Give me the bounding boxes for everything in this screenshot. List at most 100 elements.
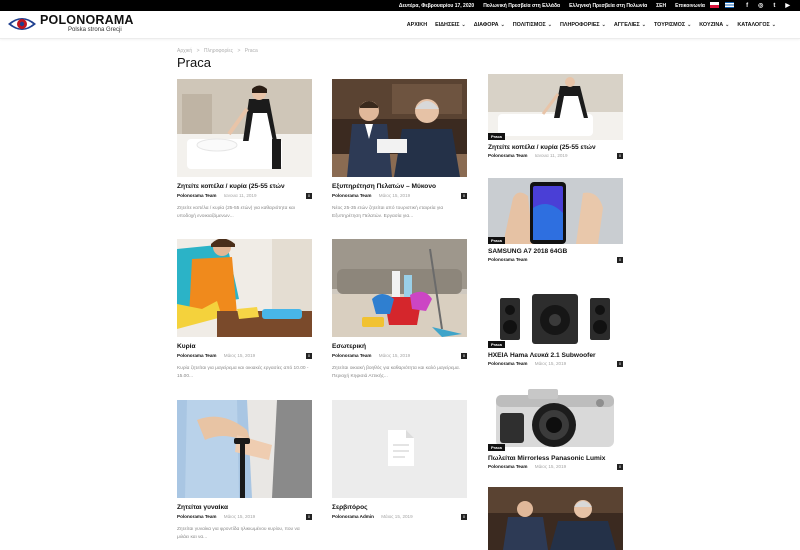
sidebar-post-meta: Polonorama Team Ιανουα 11, 2019 0 bbox=[488, 153, 623, 161]
category-badge[interactable]: Praca bbox=[488, 237, 505, 244]
post-card: Σερβιτόρος Polonorama Admin Μάιος 15, 20… bbox=[332, 400, 467, 522]
main-nav: ΑΡΧΙΚΗ ΕΙΔΗΣΕΙΣ ⌄ ΔΙΑΦΟΡΑ ⌄ ΠΟΛΙΤΙΣΜΟΣ ⌄ ΠΛ… bbox=[407, 11, 776, 39]
top-links: Δευτέρα, Φεβρουαρίου 17, 2020 Πολωνική Π… bbox=[399, 0, 705, 11]
instagram-icon[interactable]: ◎ bbox=[758, 2, 763, 9]
breadcrumb-home[interactable]: Αρχική bbox=[177, 48, 192, 54]
post-author[interactable]: Polonorama Team bbox=[177, 193, 216, 198]
sidebar-post bbox=[488, 487, 623, 550]
youtube-icon[interactable]: ▶ bbox=[785, 2, 790, 9]
link-contact[interactable]: Επικοινωνία bbox=[675, 3, 705, 9]
nav-news[interactable]: ΕΙΔΗΣΕΙΣ ⌄ bbox=[435, 22, 466, 28]
comment-count-badge[interactable]: 0 bbox=[461, 514, 467, 520]
post-title[interactable]: Σερβιτόρος bbox=[332, 504, 467, 511]
comment-count-badge[interactable]: 0 bbox=[306, 514, 312, 520]
comment-count-badge[interactable]: 0 bbox=[306, 353, 312, 359]
comment-count-badge[interactable]: 0 bbox=[617, 257, 623, 263]
date-text: Δευτέρα, Φεβρουαρίου 17, 2020 bbox=[398, 2, 475, 9]
post-date: Μάιος 15, 2019 bbox=[534, 464, 567, 469]
comment-count-badge[interactable]: 0 bbox=[461, 193, 467, 199]
post-date: Μάιος 15, 2019 bbox=[378, 353, 411, 358]
category-badge[interactable]: Praca bbox=[488, 341, 505, 348]
post-excerpt: Ζητείται οικιακή βοηθός για καθαριότητα … bbox=[332, 366, 460, 379]
post-title[interactable]: Εσωτερική bbox=[332, 343, 467, 350]
post-author[interactable]: Polonorama Team bbox=[488, 361, 527, 366]
sidebar-post-title[interactable]: ΗΧΕΙΑ Hama Λευκά 2.1 Subwoofer bbox=[488, 352, 623, 359]
post-author[interactable]: Polonorama Team bbox=[177, 514, 216, 519]
chevron-down-icon: ⌄ bbox=[601, 22, 606, 28]
breadcrumb: Αρχική > Πληροφορίες > Praca bbox=[177, 48, 261, 54]
post-author[interactable]: Polonorama Team bbox=[488, 257, 527, 262]
link-polish-embassy[interactable]: Πολωνική Πρεσβεία στη Ελλάδα bbox=[483, 3, 560, 9]
post-meta: Polonorama Team Μάιος 15, 2019 0 bbox=[332, 193, 467, 201]
site-logo[interactable]: POLONORAMA Polska strona Grecji bbox=[7, 14, 134, 34]
nav-ads[interactable]: ΑΓΓΕΛΙΕΣ ⌄ bbox=[614, 22, 646, 28]
post-thumbnail[interactable] bbox=[332, 400, 467, 498]
breadcrumb-sep: > bbox=[196, 48, 200, 54]
chevron-down-icon: ⌄ bbox=[461, 22, 466, 28]
link-greek-embassy[interactable]: Ελληνική Πρεσβεία στη Πολωνία bbox=[569, 3, 647, 9]
post-author[interactable]: Polonorama Team bbox=[332, 353, 371, 358]
post-title[interactable]: Κυρία bbox=[177, 343, 312, 350]
nav-culture[interactable]: ΠΟΛΙΤΙΣΜΟΣ ⌄ bbox=[513, 22, 552, 28]
comment-count-badge[interactable]: 0 bbox=[617, 361, 623, 367]
post-thumbnail[interactable] bbox=[177, 239, 312, 337]
nav-catalog[interactable]: ΚΑΤΑΛΟΓΟΣ ⌄ bbox=[737, 22, 776, 28]
site-header: POLONORAMA Polska strona Grecji ΑΡΧΙΚΗ Ε… bbox=[0, 11, 800, 39]
comment-count-badge[interactable]: 0 bbox=[617, 464, 623, 470]
post-card: Εσωτερική Polonorama Team Μάιος 15, 2019… bbox=[332, 239, 467, 381]
polish-flag-icon[interactable] bbox=[710, 2, 719, 8]
comment-count-badge[interactable]: 0 bbox=[617, 153, 623, 159]
sidebar-post-title[interactable]: Ζητείτε κοπέλα / κυρία (25-55 ετών bbox=[488, 144, 623, 151]
document-placeholder-icon bbox=[388, 430, 414, 466]
post-thumbnail[interactable] bbox=[177, 400, 312, 498]
breadcrumb-info[interactable]: Πληροφορίες bbox=[204, 48, 233, 54]
nav-home[interactable]: ΑΡΧΙΚΗ bbox=[407, 22, 427, 28]
post-meta: Polonorama Team Μάιος 15, 2019 0 bbox=[177, 353, 312, 361]
greek-flag-icon[interactable] bbox=[725, 2, 734, 8]
post-title[interactable]: Ζητείτε κοπέλα / κυρία (25-55 ετών bbox=[177, 183, 312, 190]
nav-cuisine[interactable]: ΚΟΥΖΙΝΑ ⌄ bbox=[699, 22, 729, 28]
sidebar-thumbnail[interactable]: Praca bbox=[488, 282, 623, 348]
nav-tourism[interactable]: ΤΟΥΡΙΣΜΟΣ ⌄ bbox=[654, 22, 691, 28]
post-thumbnail[interactable] bbox=[177, 79, 312, 177]
post-thumbnail[interactable] bbox=[332, 79, 467, 177]
post-title[interactable]: Εξυπηρέτηση Πελατών – Μύκονο bbox=[332, 183, 467, 190]
post-author[interactable]: Polonorama Admin bbox=[332, 514, 374, 519]
sidebar-post: Praca Πωλείται Mirrorless Panasonic Lumi… bbox=[488, 385, 623, 472]
nav-misc[interactable]: ΔΙΑΦΟΡΑ ⌄ bbox=[474, 22, 505, 28]
post-title[interactable]: Ζητείται γυναίκα bbox=[177, 504, 312, 511]
chevron-down-icon: ⌄ bbox=[725, 22, 730, 28]
post-author[interactable]: Polonorama Team bbox=[332, 193, 371, 198]
sidebar-thumbnail[interactable]: Praca bbox=[488, 385, 623, 451]
post-excerpt: Νέος 25-35 ετών ζητείται από τουριστική … bbox=[332, 206, 444, 219]
post-date: Μάιος 15, 2019 bbox=[378, 193, 411, 198]
post-card: Ζητείτε κοπέλα / κυρία (25-55 ετών Polon… bbox=[177, 79, 312, 221]
category-badge[interactable]: Praca bbox=[488, 133, 505, 140]
social-links: f ◎ t ▶ bbox=[746, 0, 790, 11]
sidebar-thumbnail[interactable] bbox=[488, 487, 623, 550]
post-author[interactable]: Polonorama Team bbox=[488, 464, 527, 469]
sidebar-post: Praca ΗΧΕΙΑ Hama Λευκά 2.1 Subwoofer Pol… bbox=[488, 282, 623, 369]
link-seh[interactable]: ΣΕΗ bbox=[656, 3, 666, 9]
sidebar-post-title[interactable]: Πωλείται Mirrorless Panasonic Lumix bbox=[488, 455, 623, 462]
post-excerpt: Ζητείται γυναίκα για φροντίδα ηλικιωμένο… bbox=[177, 527, 300, 540]
comment-count-badge[interactable]: 0 bbox=[306, 193, 312, 199]
category-badge[interactable]: Praca bbox=[488, 444, 505, 451]
sidebar-post-title[interactable]: SAMSUNG A7 2018 64GB bbox=[488, 248, 623, 255]
post-meta: Polonorama Admin Μάιος 15, 2019 0 bbox=[332, 514, 467, 522]
chevron-down-icon: ⌄ bbox=[641, 22, 646, 28]
post-excerpt: Ζητείτε κοπέλα / κυρία (25-55 ετών) για … bbox=[177, 206, 295, 219]
breadcrumb-current: Praca bbox=[244, 48, 258, 54]
sidebar-thumbnail[interactable]: Praca bbox=[488, 74, 623, 140]
post-excerpt: Κυρία ζητείται για μαγείρεμα και οικιακέ… bbox=[177, 366, 309, 379]
post-thumbnail[interactable] bbox=[332, 239, 467, 337]
post-date: Ιανουα 11, 2019 bbox=[223, 193, 257, 198]
comment-count-badge[interactable]: 0 bbox=[461, 353, 467, 359]
facebook-icon[interactable]: f bbox=[746, 3, 748, 9]
sidebar-thumbnail[interactable]: Praca bbox=[488, 178, 623, 244]
twitter-icon[interactable]: t bbox=[773, 3, 775, 9]
post-date: Μάιος 15, 2019 bbox=[534, 361, 567, 366]
post-author[interactable]: Polonorama Team bbox=[177, 353, 216, 358]
post-author[interactable]: Polonorama Team bbox=[488, 153, 527, 158]
nav-info[interactable]: ΠΛΗΡΟΦΟΡΙΕΣ ⌄ bbox=[560, 22, 606, 28]
